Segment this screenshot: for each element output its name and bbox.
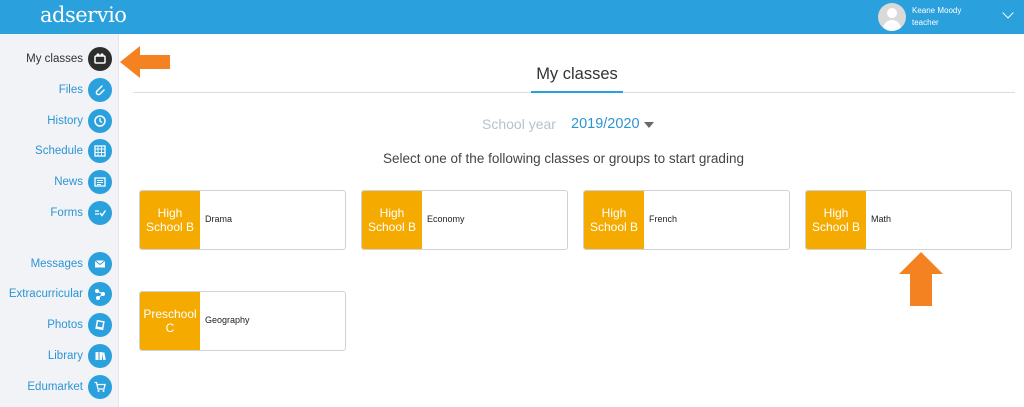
avatar[interactable] bbox=[878, 3, 906, 31]
title-underline bbox=[531, 91, 623, 93]
page-title: My classes bbox=[536, 65, 618, 83]
sidebar-item-label: Forms bbox=[50, 207, 83, 219]
school-year-value: 2019/2020 bbox=[571, 116, 640, 132]
school-year-label: School year bbox=[482, 116, 556, 132]
class-card-geography[interactable]: Preschool C Geography bbox=[139, 291, 346, 351]
class-level-badge: High School B bbox=[806, 191, 866, 249]
photos-icon bbox=[88, 313, 112, 337]
instruction-text: Select one of the following classes or g… bbox=[383, 151, 744, 166]
class-level-badge: Preschool C bbox=[140, 292, 200, 350]
sidebar-item-label: Library bbox=[47, 350, 83, 362]
envelope-icon bbox=[88, 252, 112, 276]
user-role: teacher bbox=[912, 18, 939, 27]
sidebar-item-my-classes[interactable]: My classes bbox=[0, 46, 119, 72]
classes-icon bbox=[88, 47, 112, 71]
history-icon bbox=[88, 109, 112, 133]
class-subject: French bbox=[649, 214, 678, 224]
class-card-drama[interactable]: High School B Drama bbox=[139, 190, 346, 250]
class-subject: Drama bbox=[205, 214, 233, 224]
sidebar-item-label: Files bbox=[58, 84, 83, 96]
cart-icon bbox=[88, 375, 112, 399]
sidebar-item-news[interactable]: News bbox=[0, 169, 119, 195]
class-subject: Math bbox=[871, 214, 892, 224]
user-name: Keane Moody bbox=[912, 6, 962, 15]
class-card-math[interactable]: High School B Math bbox=[805, 190, 1012, 250]
sidebar-item-extracurricular[interactable]: Extracurricular bbox=[0, 281, 119, 307]
sidebar-item-label: Schedule bbox=[35, 145, 83, 157]
class-card-french[interactable]: High School B French bbox=[583, 190, 790, 250]
chevron-down-icon[interactable] bbox=[1002, 7, 1014, 19]
paperclip-icon bbox=[88, 78, 112, 102]
annotation-arrow-left bbox=[120, 46, 170, 78]
annotation-arrow-up bbox=[899, 252, 943, 306]
sidebar-item-label: News bbox=[54, 176, 83, 188]
sidebar-item-label: Photos bbox=[47, 319, 83, 331]
extracurricular-icon bbox=[88, 282, 112, 306]
calendar-icon bbox=[88, 139, 112, 163]
sidebar-item-edumarket[interactable]: Edumarket bbox=[0, 374, 119, 400]
sidebar-item-label: History bbox=[47, 115, 83, 127]
sidebar-item-photos[interactable]: Photos bbox=[0, 312, 119, 338]
sidebar-item-label: Extracurricular bbox=[8, 288, 83, 300]
user-menu[interactable]: Keane Moody teacher bbox=[874, 0, 1024, 34]
caret-down-icon bbox=[643, 121, 654, 128]
class-card-economy[interactable]: High School B Economy bbox=[361, 190, 568, 250]
forms-icon bbox=[88, 201, 112, 225]
sidebar-item-label: Messages bbox=[30, 258, 83, 270]
class-level-badge: High School B bbox=[362, 191, 422, 249]
sidebar: My classes Files History Schedule News F… bbox=[0, 34, 119, 407]
top-bar: adservio Keane Moody teacher bbox=[0, 0, 1024, 34]
class-subject: Geography bbox=[205, 315, 250, 325]
sidebar-item-forms[interactable]: Forms bbox=[0, 200, 119, 226]
class-level-badge: High School B bbox=[584, 191, 644, 249]
sidebar-item-schedule[interactable]: Schedule bbox=[0, 138, 119, 164]
sidebar-item-files[interactable]: Files bbox=[0, 77, 119, 103]
school-year-select[interactable]: 2019/2020 bbox=[571, 116, 654, 132]
sidebar-item-label: Edumarket bbox=[27, 381, 83, 393]
sidebar-item-history[interactable]: History bbox=[0, 108, 119, 134]
class-level-badge: High School B bbox=[140, 191, 200, 249]
sidebar-item-label: My classes bbox=[26, 53, 83, 65]
class-subject: Economy bbox=[427, 214, 465, 224]
sidebar-item-library[interactable]: Library bbox=[0, 343, 119, 369]
library-icon bbox=[88, 344, 112, 368]
app-logo[interactable]: adservio bbox=[40, 3, 127, 27]
news-icon bbox=[88, 170, 112, 194]
sidebar-item-messages[interactable]: Messages bbox=[0, 251, 119, 277]
